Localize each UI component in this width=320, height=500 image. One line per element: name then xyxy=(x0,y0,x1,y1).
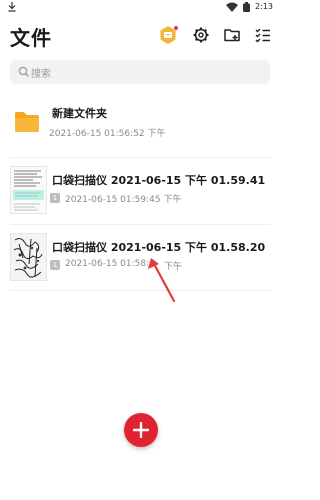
add-button[interactable] xyxy=(124,413,158,447)
status-bar: 2:13 xyxy=(0,0,281,14)
item-date: 2021-06-15 01:59:45 下午 xyxy=(65,195,182,205)
item-name: 口袋扫描仪 2021-06-15 下午 01.59.41 xyxy=(52,174,266,187)
item-date: 2021-06-15 01:56:52 下午 xyxy=(49,129,166,139)
gear-icon[interactable] xyxy=(191,25,211,45)
document-thumbnail xyxy=(10,233,47,281)
item-name: 新建文件夹 xyxy=(52,107,107,120)
item-date: 2021-06-15 01:58: xyxy=(65,259,150,269)
status-time: 2:13 xyxy=(255,2,273,11)
list-item[interactable]: 口袋扫描仪 2021-06-15 下午 01.59.41 1 2021-06-1… xyxy=(0,158,281,228)
page-title: 文件 xyxy=(10,26,52,50)
checklist-icon[interactable] xyxy=(253,25,273,45)
wifi-icon xyxy=(226,2,238,12)
plus-icon xyxy=(133,422,149,438)
search-input[interactable]: 搜索 xyxy=(10,60,270,84)
search-icon xyxy=(18,66,29,77)
page-count-badge: 1 xyxy=(50,193,60,203)
annotation-arrow xyxy=(148,258,176,303)
folder-icon xyxy=(15,112,39,132)
list-item[interactable]: 新建文件夹 2021-06-15 01:56:52 下午 xyxy=(0,90,281,160)
page-count-badge: 1 xyxy=(50,260,60,270)
item-name: 口袋扫描仪 2021-06-15 下午 01.58.20 xyxy=(52,241,266,254)
search-placeholder: 搜索 xyxy=(31,69,51,80)
download-icon xyxy=(8,2,16,12)
battery-icon xyxy=(243,2,250,12)
notification-dot xyxy=(174,26,178,30)
app-header: 文件 xyxy=(0,14,281,58)
folder-add-icon[interactable] xyxy=(222,25,242,45)
document-thumbnail xyxy=(10,166,47,214)
